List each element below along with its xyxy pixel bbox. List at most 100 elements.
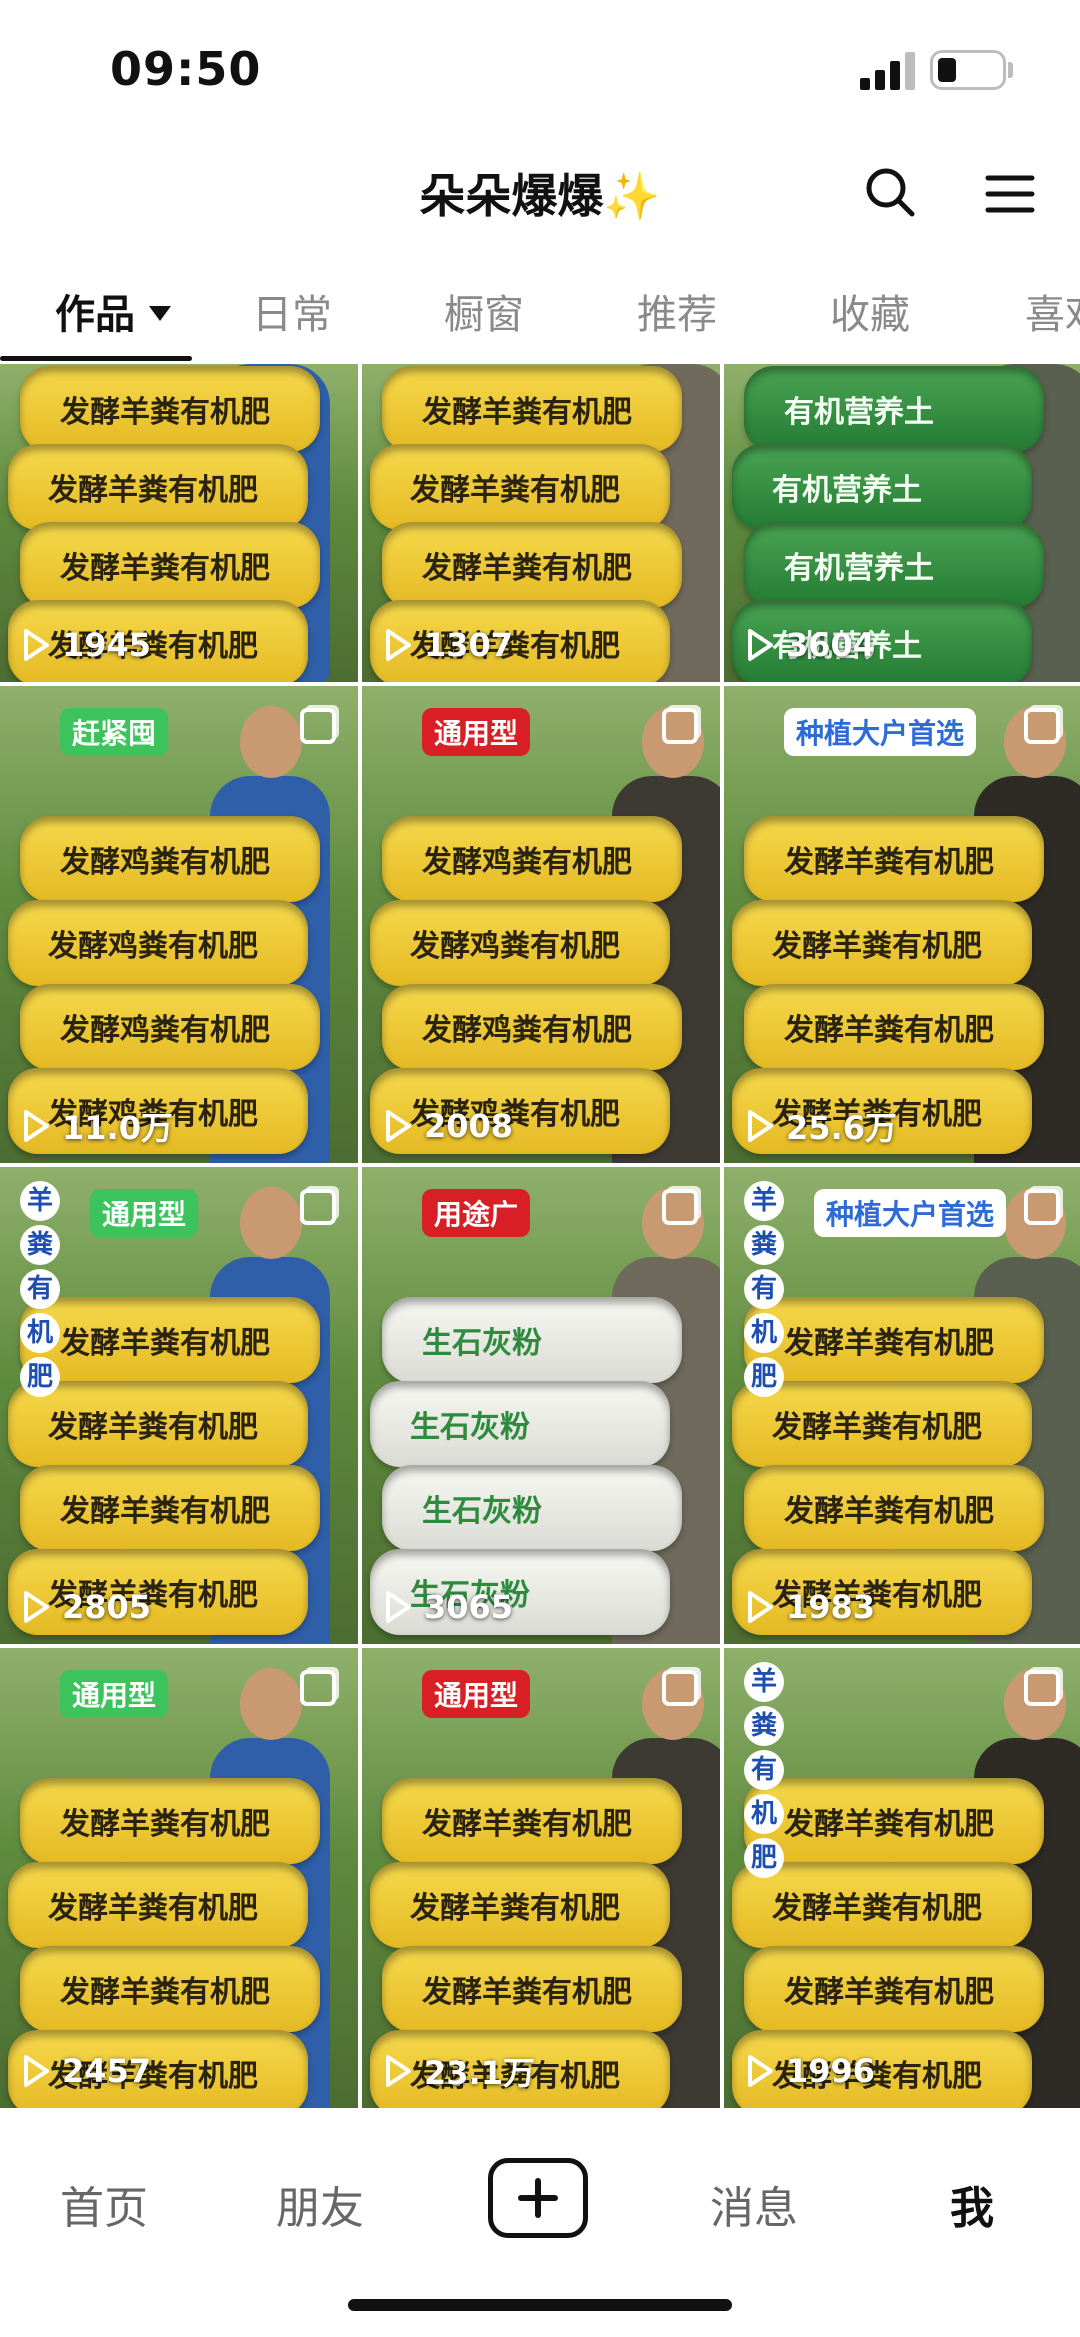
fertilizer-bag: 发酵羊粪有机肥	[744, 1778, 1044, 1864]
promo-sticker: 种植大户首选	[814, 1189, 1007, 1237]
fertilizer-bag: 发酵羊粪有机肥	[382, 1946, 682, 2032]
fertilizer-bag: 发酵羊粪有机肥	[744, 984, 1044, 1070]
promo-sticker: 种植大户首选	[784, 708, 977, 756]
fertilizer-bag: 发酵羊粪有机肥	[744, 1946, 1044, 2032]
fertilizer-bag: 生石灰粉	[382, 1465, 682, 1551]
nav-messages[interactable]: 消息	[710, 2172, 798, 2236]
view-count: 23.1万	[384, 2048, 535, 2094]
video-thumbnail[interactable]: 发酵羊粪有机肥 发酵羊粪有机肥 发酵羊粪有机肥 发酵羊粪有机肥 1307	[362, 364, 720, 682]
video-thumbnail[interactable]: 发酵羊粪有机肥 发酵羊粪有机肥 发酵羊粪有机肥 发酵羊粪有机肥 通用型 23.1万	[362, 1648, 720, 2108]
video-thumbnail[interactable]: 发酵羊粪有机肥 发酵羊粪有机肥 发酵羊粪有机肥 发酵羊粪有机肥 通用型羊粪有机肥 2805	[0, 1167, 358, 1644]
vertical-label-char: 羊	[744, 1662, 784, 1702]
fertilizer-bag: 发酵羊粪有机肥	[744, 1297, 1044, 1383]
promo-sticker: 赶紧囤	[60, 708, 169, 756]
tab-favorites[interactable]: 收藏	[830, 282, 910, 340]
plus-icon	[518, 2178, 558, 2218]
farmer-head	[240, 706, 302, 778]
multi-image-icon	[662, 1670, 698, 1706]
caret-down-icon	[149, 305, 171, 321]
play-icon	[24, 1591, 49, 1623]
multi-image-icon	[662, 708, 698, 744]
multi-image-icon	[1024, 708, 1060, 744]
tab-label: 作品	[55, 292, 135, 338]
video-thumbnail[interactable]: 有机营养土 有机营养土 有机营养土 有机营养土 3604	[724, 364, 1080, 682]
view-count-text: 1983	[786, 1588, 876, 1626]
nav-home[interactable]: 首页	[60, 2172, 148, 2236]
view-count-text: 3065	[424, 1588, 514, 1626]
tab-recommend[interactable]: 推荐	[637, 282, 717, 340]
video-thumbnail[interactable]: 发酵羊粪有机肥 发酵羊粪有机肥 发酵羊粪有机肥 发酵羊粪有机肥 种植大户首选羊粪有机肥 1…	[724, 1167, 1080, 1644]
fertilizer-bag: 发酵鸡粪有机肥	[20, 984, 320, 1070]
cellular-signal-icon	[860, 52, 916, 90]
thumbnail-image: 发酵羊粪有机肥 发酵羊粪有机肥 发酵羊粪有机肥 发酵羊粪有机肥 种植大户首选羊粪有机肥	[724, 1167, 1080, 1644]
vertical-label-char: 肥	[744, 1357, 784, 1397]
view-count-text: 1307	[424, 626, 514, 664]
view-count-text: 23.1万	[424, 2054, 535, 2092]
play-icon	[24, 629, 49, 661]
search-button[interactable]	[860, 162, 920, 222]
nav-me[interactable]: 我	[950, 2172, 994, 2236]
view-count: 2457	[22, 2048, 151, 2094]
fertilizer-bag: 发酵羊粪有机肥	[20, 1778, 320, 1864]
promo-sticker: 用途广	[422, 1189, 531, 1237]
play-icon	[24, 1110, 49, 1142]
thumbnail-image: 发酵羊粪有机肥 发酵羊粪有机肥 发酵羊粪有机肥 发酵羊粪有机肥 通用型	[0, 1648, 358, 2108]
view-count: 2805	[22, 1584, 151, 1630]
fertilizer-bag: 发酵羊粪有机肥	[382, 366, 682, 452]
tab-daily[interactable]: 日常	[252, 282, 332, 340]
vertical-label-char: 粪	[744, 1225, 784, 1265]
multi-image-icon	[300, 708, 336, 744]
video-thumbnail[interactable]: 发酵鸡粪有机肥 发酵鸡粪有机肥 发酵鸡粪有机肥 发酵鸡粪有机肥 赶紧囤 11.0万	[0, 686, 358, 1163]
view-count: 1996	[746, 2048, 875, 2094]
view-count-text: 2008	[424, 1107, 514, 1145]
view-count: 25.6万	[746, 1103, 897, 1149]
promo-sticker: 通用型	[422, 708, 531, 756]
play-icon	[24, 2055, 49, 2087]
video-thumbnail[interactable]: 发酵羊粪有机肥 发酵羊粪有机肥 发酵羊粪有机肥 发酵羊粪有机肥 通用型 2457	[0, 1648, 358, 2108]
video-thumbnail[interactable]: 发酵羊粪有机肥 发酵羊粪有机肥 发酵羊粪有机肥 发酵羊粪有机肥羊粪有机肥 1996	[724, 1648, 1080, 2108]
video-thumbnail[interactable]: 发酵鸡粪有机肥 发酵鸡粪有机肥 发酵鸡粪有机肥 发酵鸡粪有机肥 通用型 2008	[362, 686, 720, 1163]
vertical-label-char: 有	[744, 1750, 784, 1790]
tab-likes[interactable]: 喜欢	[1025, 282, 1080, 340]
vertical-label: 羊粪有机肥	[744, 1181, 784, 1397]
video-thumbnail[interactable]: 发酵羊粪有机肥 发酵羊粪有机肥 发酵羊粪有机肥 发酵羊粪有机肥 种植大户首选 25.6万	[724, 686, 1080, 1163]
fertilizer-bag: 发酵羊粪有机肥	[8, 444, 308, 530]
fertilizer-bag: 发酵羊粪有机肥	[20, 1946, 320, 2032]
multi-image-icon	[1024, 1670, 1060, 1706]
view-count-text: 2457	[62, 2052, 152, 2090]
view-count: 1983	[746, 1584, 875, 1630]
play-icon	[386, 2055, 411, 2087]
fertilizer-bag: 有机营养土	[744, 366, 1044, 452]
vertical-label-char: 羊	[20, 1181, 60, 1221]
search-icon	[866, 168, 915, 217]
view-count-text: 1996	[786, 2052, 876, 2090]
vertical-label-char: 机	[744, 1313, 784, 1353]
view-count: 3065	[384, 1584, 513, 1630]
fertilizer-bag: 发酵鸡粪有机肥	[8, 900, 308, 986]
menu-button[interactable]	[980, 164, 1040, 224]
video-thumbnail[interactable]: 生石灰粉 生石灰粉 生石灰粉 生石灰粉 用途广 3065	[362, 1167, 720, 1644]
view-count: 1945	[22, 622, 151, 668]
multi-image-icon	[1024, 1189, 1060, 1225]
nav-friends[interactable]: 朋友	[276, 2172, 364, 2236]
play-icon	[386, 1591, 411, 1623]
play-icon	[748, 2055, 773, 2087]
hamburger-menu-icon	[985, 175, 1035, 213]
tab-works[interactable]: 作品	[55, 282, 171, 340]
fertilizer-bag: 发酵羊粪有机肥	[370, 1862, 670, 1948]
fertilizer-bag: 发酵羊粪有机肥	[732, 900, 1032, 986]
profile-header: 朵朵爆爆✨	[0, 150, 1080, 240]
active-tab-indicator	[0, 356, 192, 361]
thumbnail-image: 发酵鸡粪有机肥 发酵鸡粪有机肥 发酵鸡粪有机肥 发酵鸡粪有机肥 通用型	[362, 686, 720, 1163]
vertical-label-char: 粪	[744, 1706, 784, 1746]
multi-image-icon	[300, 1189, 336, 1225]
video-thumbnail[interactable]: 发酵羊粪有机肥 发酵羊粪有机肥 发酵羊粪有机肥 发酵羊粪有机肥 1945	[0, 364, 358, 682]
thumbnail-image: 发酵羊粪有机肥 发酵羊粪有机肥 发酵羊粪有机肥 发酵羊粪有机肥 通用型	[362, 1648, 720, 2108]
view-count-text: 2805	[62, 1588, 152, 1626]
content-tabs: 作品 日常 橱窗 推荐 收藏 喜欢	[0, 268, 1080, 364]
vertical-label-char: 肥	[744, 1838, 784, 1878]
tab-showcase[interactable]: 橱窗	[444, 282, 524, 340]
view-count: 2008	[384, 1103, 513, 1149]
add-button[interactable]	[488, 2158, 588, 2238]
multi-image-icon	[300, 1670, 336, 1706]
